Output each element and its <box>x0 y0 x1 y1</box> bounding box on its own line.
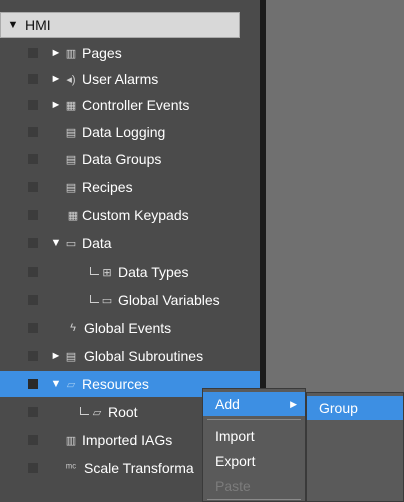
tree-item-label: Pages <box>82 45 122 61</box>
tree-item-label: Custom Keypads <box>82 207 189 223</box>
tree-item-global-events[interactable]: ϟ Global Events <box>0 315 260 341</box>
menu-item-label: Group <box>319 400 358 416</box>
tree-item-label: Data Types <box>118 264 189 280</box>
menu-separator <box>207 499 301 500</box>
tree-item-controller-events[interactable]: ► ▦ Controller Events <box>0 92 260 118</box>
menu-item-import[interactable]: Import <box>203 424 305 448</box>
tree-item-data[interactable]: ▼ ▭ Data <box>0 230 260 256</box>
collapse-arrow-icon[interactable]: ▼ <box>50 237 62 249</box>
menu-item-group[interactable]: Group <box>307 396 403 420</box>
menu-item-export[interactable]: Export <box>203 449 305 473</box>
collapse-arrow-icon[interactable]: ▼ <box>50 378 62 390</box>
tree-item-label: Data <box>82 235 112 251</box>
tree-item-label: Global Variables <box>118 292 220 308</box>
data-groups-icon: ▤ <box>65 153 77 166</box>
checkbox[interactable] <box>28 351 38 361</box>
checkbox[interactable] <box>28 463 38 473</box>
checkbox[interactable] <box>28 407 38 417</box>
global-variables-icon: ▭ <box>101 294 113 307</box>
scale-transform-icon: ᵐᶜ <box>65 462 77 474</box>
context-menu: Add ▶ Import Export Paste <box>202 388 306 502</box>
checkbox[interactable] <box>28 182 38 192</box>
root-folder-icon: ▱ <box>92 406 102 419</box>
checkbox[interactable] <box>28 238 38 248</box>
tree-item-data-groups[interactable]: ▤ Data Groups <box>0 146 260 172</box>
pages-icon: ▥ <box>65 47 77 60</box>
tree-item-data-types[interactable]: ⊞ Data Types <box>0 259 260 285</box>
checkbox[interactable] <box>28 295 38 305</box>
add-submenu: Group <box>306 392 404 502</box>
resources-folder-icon: ▱ <box>66 378 76 391</box>
lightning-icon: ϟ <box>70 322 76 334</box>
tree-item-label: Data Logging <box>82 124 166 140</box>
collapse-arrow-icon[interactable]: ▼ <box>7 19 19 31</box>
tree-item-global-subroutines[interactable]: ► ▤ Global Subroutines <box>0 343 260 369</box>
alarm-icon: ◂) <box>66 73 76 86</box>
tree-item-label: Global Events <box>84 320 172 336</box>
tree-item-label: Recipes <box>82 179 133 195</box>
tree-connector <box>90 267 99 275</box>
tree-item-label: Controller Events <box>82 97 190 113</box>
tree-item-user-alarms[interactable]: ► ◂) User Alarms <box>0 66 260 92</box>
tree-item-recipes[interactable]: ▤ Recipes <box>0 174 260 200</box>
tree-item-custom-keypads[interactable]: ▦ Custom Keypads <box>0 202 260 228</box>
tree-connector <box>90 295 99 303</box>
expand-arrow-icon[interactable]: ► <box>50 99 62 111</box>
data-types-icon: ⊞ <box>102 266 112 279</box>
data-folder-icon: ▭ <box>65 237 77 250</box>
checkbox[interactable] <box>28 210 38 220</box>
tree-item-label: Imported IAGs <box>82 432 173 448</box>
checkbox[interactable] <box>28 323 38 333</box>
expand-arrow-icon[interactable]: ► <box>50 47 62 59</box>
tree-item-data-logging[interactable]: ▤ Data Logging <box>0 119 260 145</box>
imported-iags-icon: ▥ <box>65 434 77 447</box>
expand-arrow-icon[interactable]: ► <box>50 73 62 85</box>
expand-arrow-icon[interactable]: ► <box>50 350 62 362</box>
subroutine-icon: ▤ <box>65 350 77 363</box>
checkbox[interactable] <box>28 267 38 277</box>
menu-item-label: Paste <box>215 478 251 494</box>
menu-separator <box>207 419 301 420</box>
keypad-icon: ▦ <box>67 209 79 222</box>
tree-item-pages[interactable]: ► ▥ Pages <box>0 40 260 66</box>
tree-item-label: Root <box>108 404 138 420</box>
tree-root-label: HMI <box>25 17 51 33</box>
tree-item-label: User Alarms <box>82 71 159 87</box>
tree-connector <box>80 407 89 415</box>
checkbox[interactable] <box>28 127 38 137</box>
menu-item-label: Import <box>215 428 255 444</box>
tree-root-hmi[interactable]: ▼ HMI <box>0 12 240 38</box>
tree-item-label: Resources <box>82 376 149 392</box>
controller-events-icon: ▦ <box>65 99 77 112</box>
checkbox[interactable] <box>28 379 38 389</box>
menu-item-paste[interactable]: Paste <box>203 474 305 498</box>
submenu-arrow-icon: ▶ <box>290 398 297 409</box>
checkbox[interactable] <box>28 100 38 110</box>
tree-item-label: Data Groups <box>82 151 162 167</box>
menu-item-label: Add <box>215 396 240 412</box>
menu-item-add[interactable]: Add ▶ <box>203 392 305 416</box>
checkbox[interactable] <box>28 48 38 58</box>
tree-item-label: Global Subroutines <box>84 348 204 364</box>
checkbox[interactable] <box>28 154 38 164</box>
data-logging-icon: ▤ <box>65 126 77 139</box>
checkbox[interactable] <box>28 74 38 84</box>
recipes-icon: ▤ <box>65 181 77 194</box>
tree-item-global-variables[interactable]: ▭ Global Variables <box>0 287 260 313</box>
checkbox[interactable] <box>28 435 38 445</box>
tree-item-label: Scale Transforma <box>84 460 194 476</box>
menu-item-label: Export <box>215 453 256 469</box>
